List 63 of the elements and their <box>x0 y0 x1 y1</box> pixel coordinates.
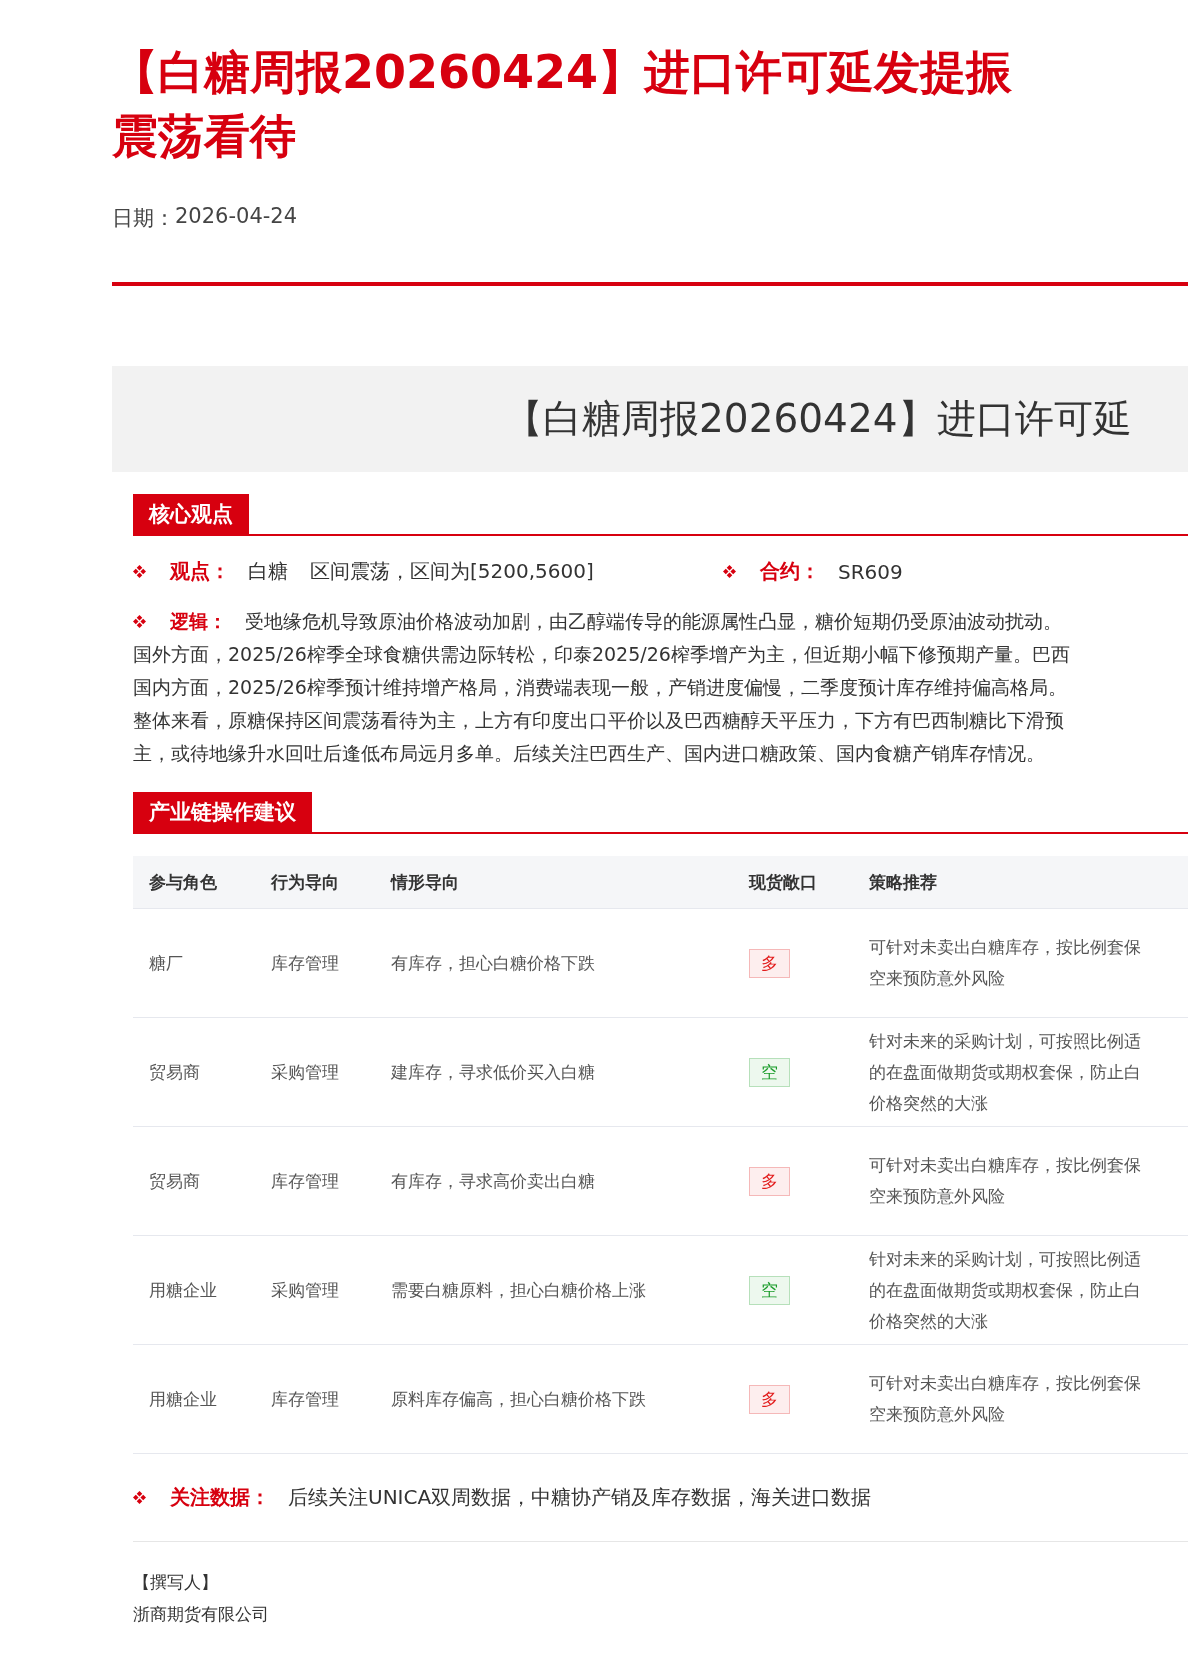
table-cell-text: 库存管理 <box>270 1387 340 1411</box>
table-cell-text: 采购管理 <box>270 1278 340 1302</box>
column-header: 情形导向 <box>389 870 460 894</box>
exposure-tag: 多 <box>749 948 790 978</box>
table-cell-text: 糖厂 <box>148 951 184 975</box>
date-label: 日期： <box>112 205 175 232</box>
table-cell-text: 贸易商 <box>148 1060 201 1084</box>
exposure-tag: 多 <box>749 1384 790 1414</box>
diamond-bullet-icon <box>133 565 146 578</box>
field-label: 关注数据： <box>170 1484 270 1511</box>
table-cell-text: 用糖企业 <box>148 1278 218 1302</box>
article-title: 【白糖周报20260424】进口许可延发提振 <box>112 44 1014 101</box>
table-cell-text: 针对未来的采购计划，可按照比例适 <box>869 1029 1142 1053</box>
section-heading: 核心观点 <box>133 494 249 534</box>
column-header: 行为导向 <box>270 870 340 894</box>
table-cell-text: 采购管理 <box>270 1060 340 1084</box>
table-cell-text: 空来预防意外风险 <box>869 1403 1006 1426</box>
article-title: 震荡看待 <box>112 108 297 165</box>
table-cell-text: 有库存，寻求高价卖出白糖 <box>390 1169 596 1193</box>
table-cell-text: 空来预防意外风险 <box>869 1185 1006 1208</box>
table-cell-text: 的在盘面做期货或期权套保，防止白 <box>869 1060 1142 1084</box>
diamond-bullet-icon <box>723 565 736 578</box>
field-label: 合约： <box>760 558 820 585</box>
exposure-tag: 空 <box>749 1057 790 1087</box>
field-value: 区间震荡，区间为[5200,5600] <box>310 558 594 585</box>
table-cell-text: 有库存，担心白糖价格下跌 <box>390 951 596 975</box>
table-cell-text: 原料库存偏高，担心白糖价格下跌 <box>390 1387 647 1411</box>
paragraph-line: 受地缘危机导致原油价格波动加剧，由乙醇端传导的能源属性凸显，糖价短期仍受原油波动扰动。 <box>245 609 1062 634</box>
table-cell-text: 建库存，寻求低价买入白糖 <box>390 1060 596 1084</box>
exposure-tag: 空 <box>749 1275 790 1305</box>
company-name: 浙商期货有限公司 <box>133 1603 270 1626</box>
table-cell-text: 可针对未卖出白糖库存，按比例套保 <box>869 936 1142 959</box>
paragraph-line: 整体来看，原糖保持区间震荡看待为主，上方有印度出口平价以及巴西糖醇天平压力，下方有巴西制糖比下滑预 <box>133 708 1064 733</box>
author-label: 【撰写人】 <box>133 1571 219 1594</box>
column-header: 参与角色 <box>148 870 218 894</box>
table-cell-text: 针对未来的采购计划，可按照比例适 <box>869 1247 1142 1271</box>
exposure-tag: 多 <box>749 1166 790 1196</box>
banner-title: 【白糖周报20260424】进口许可延 <box>504 395 1132 443</box>
paragraph-line: 主，或待地缘升水回吐后逢低布局远月多单。后续关注巴西生产、国内进口糖政策、国内食糖产销库存情况。 <box>133 741 1045 766</box>
field-label: 观点： <box>170 558 230 585</box>
column-header: 策略推荐 <box>868 870 938 894</box>
table-cell-text: 可针对未卖出白糖库存，按比例套保 <box>869 1154 1142 1177</box>
table-cell-text: 空来预防意外风险 <box>869 967 1006 990</box>
date-value: 2026-04-24 <box>175 204 298 230</box>
field-value: 后续关注UNICA双周数据，中糖协产销及库存数据，海关进口数据 <box>288 1484 872 1511</box>
table-cell-text: 贸易商 <box>148 1169 201 1193</box>
diamond-bullet-icon <box>133 615 146 628</box>
diamond-bullet-icon <box>133 1491 146 1504</box>
table-cell-text: 需要白糖原料，担心白糖价格上涨 <box>390 1278 647 1302</box>
field-value: 白糖 <box>248 558 288 585</box>
paragraph-line: 国外方面，2025/26榨季全球食糖供需边际转松，印泰2025/26榨季增产为主，但近期小幅下修预期产量。巴西 <box>133 642 1070 667</box>
table-cell-text: 价格突然的大涨 <box>869 1091 989 1115</box>
section-heading: 产业链操作建议 <box>133 792 312 832</box>
paragraph-line: 国内方面，2025/26榨季预计维持增产格局，消费端表现一般，产销进度偏慢，二季度预计库存维持偏高格局。 <box>133 675 1067 700</box>
column-header: 现货敞口 <box>747 870 818 894</box>
table-cell-text: 价格突然的大涨 <box>869 1309 989 1333</box>
field-label: 逻辑： <box>170 609 227 634</box>
field-value: SR609 <box>838 559 903 584</box>
table-cell-text: 库存管理 <box>270 1169 340 1193</box>
table-cell-text: 的在盘面做期货或期权套保，防止白 <box>869 1278 1142 1302</box>
table-cell-text: 库存管理 <box>270 951 340 975</box>
table-cell-text: 用糖企业 <box>148 1387 218 1411</box>
table-cell-text: 可针对未卖出白糖库存，按比例套保 <box>869 1372 1142 1395</box>
